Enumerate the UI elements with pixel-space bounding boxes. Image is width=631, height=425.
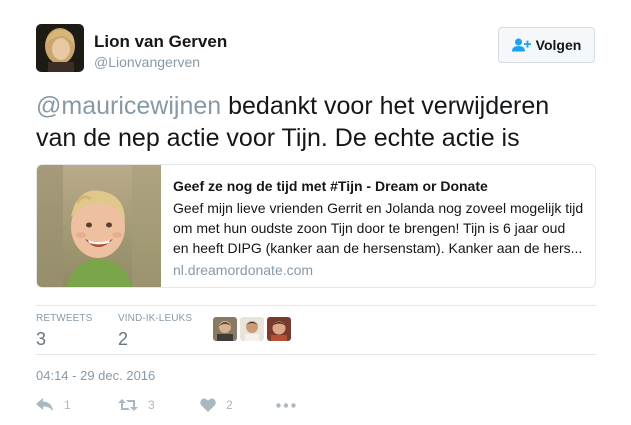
follow-button-label: Volgen — [535, 37, 582, 53]
retweet-icon — [118, 399, 138, 411]
reply-count: 1 — [64, 398, 71, 412]
card-body: Geef ze nog de tijd met #Tijn - Dream or… — [173, 177, 588, 280]
tweet-text-line2: van de nep actie voor Tijn. De echte act… — [36, 124, 520, 152]
retweets-count: 3 — [36, 329, 47, 349]
tweet: Lion van Gerven @Lionvangerven Volgen @m… — [0, 0, 631, 425]
likes-stat[interactable]: VIND-IK-LEUKS 2 — [118, 313, 192, 350]
likers-avatars — [213, 317, 291, 341]
card-description-line: Geef mijn lieve vrienden Gerrit en Jolan… — [173, 200, 584, 216]
author-handle[interactable]: @Lionvangerven — [94, 54, 200, 70]
link-card[interactable]: Geef ze nog de tijd met #Tijn - Dream or… — [36, 164, 596, 288]
reply-button[interactable]: 1 — [36, 398, 71, 412]
like-count: 2 — [226, 398, 233, 412]
retweets-stat[interactable]: RETWEETS 3 — [36, 313, 92, 350]
card-description: Geef mijn lieve vrienden Gerrit en Jolan… — [173, 198, 588, 258]
card-title[interactable]: Geef ze nog de tijd met #Tijn - Dream or… — [173, 177, 588, 195]
follow-button[interactable]: Volgen — [498, 27, 595, 63]
tweet-timestamp[interactable]: 04:14 - 29 dec. 2016 — [36, 368, 155, 384]
likes-label: VIND-IK-LEUKS — [118, 313, 193, 324]
liker-avatar[interactable] — [213, 317, 237, 341]
reply-icon — [36, 398, 53, 411]
add-user-icon — [511, 38, 531, 52]
retweets-label: RETWEETS — [36, 313, 93, 324]
avatar[interactable] — [36, 24, 84, 72]
tweet-text: @mauricewijnen bedankt voor het verwijde… — [36, 90, 606, 154]
heart-icon — [200, 398, 216, 412]
card-description-line: en heeft DIPG (kanker aan de hersenstam)… — [173, 240, 583, 256]
card-description-line: om met hun oudste zoon Tijn door te bren… — [173, 220, 566, 236]
more-button[interactable] — [276, 403, 296, 408]
tweet-text-line1: bedankt voor het verwijderen — [221, 92, 550, 120]
more-icon — [276, 403, 296, 408]
liker-avatar[interactable] — [240, 317, 264, 341]
divider — [36, 305, 596, 306]
divider — [36, 354, 596, 355]
retweet-count: 3 — [148, 398, 155, 412]
card-domain[interactable]: nl.dreamordonate.com — [173, 260, 588, 280]
like-button[interactable]: 2 — [200, 398, 233, 412]
likes-count: 2 — [118, 329, 129, 349]
liker-avatar[interactable] — [267, 317, 291, 341]
mention-link[interactable]: @mauricewijnen — [36, 92, 221, 120]
author-name[interactable]: Lion van Gerven — [94, 32, 227, 52]
retweet-button[interactable]: 3 — [118, 398, 155, 412]
card-thumbnail — [37, 165, 161, 287]
